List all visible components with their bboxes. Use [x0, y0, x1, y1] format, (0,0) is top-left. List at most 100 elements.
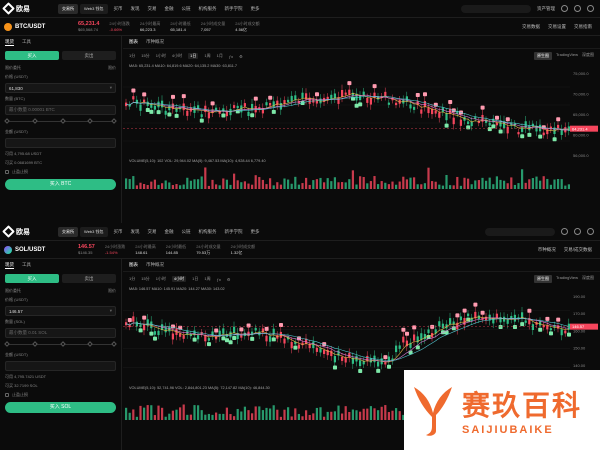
- slider-stop[interactable]: [4, 341, 10, 347]
- logo[interactable]: 欧易: [2, 225, 58, 238]
- amount-slider[interactable]: [4, 341, 117, 347]
- tab-coin-info[interactable]: 币种概况: [146, 262, 164, 268]
- nav-trade[interactable]: 交易: [148, 6, 157, 12]
- download-icon[interactable]: [574, 228, 581, 235]
- tab-spot[interactable]: 现货: [5, 262, 14, 269]
- qty-input[interactable]: 最小数量 0.00001 BTC: [5, 105, 116, 115]
- tf-1m[interactable]: 1分: [129, 276, 135, 282]
- tf-1m[interactable]: 1分: [129, 53, 135, 59]
- nav-more[interactable]: 更多: [251, 6, 260, 12]
- tf-1mo[interactable]: 1月: [217, 53, 223, 59]
- tp-sl-checkbox[interactable]: [5, 393, 9, 397]
- view-depth[interactable]: 深度图: [582, 275, 594, 283]
- logo[interactable]: 欧易: [2, 2, 58, 15]
- trade-settings-link[interactable]: 交易设置: [548, 24, 566, 30]
- tab-web3-wallet[interactable]: Web3 钱包: [80, 3, 108, 14]
- tf-15m[interactable]: 15分: [141, 53, 149, 59]
- buy-btc-button[interactable]: 买入 BTC: [5, 179, 116, 190]
- sell-tab-button[interactable]: 卖出: [62, 274, 116, 283]
- tab-exchange[interactable]: 交易所: [58, 3, 78, 14]
- nav-trade[interactable]: 交易: [148, 229, 157, 235]
- tf-4h[interactable]: 4小时: [171, 276, 187, 282]
- nav-institutional[interactable]: 机构服务: [199, 6, 217, 12]
- slider-stop[interactable]: [59, 341, 66, 347]
- tab-exchange[interactable]: 交易所: [58, 226, 78, 237]
- slider-stop[interactable]: [59, 118, 66, 124]
- avatar-icon[interactable]: [561, 5, 568, 12]
- tf-1w[interactable]: 1周: [204, 53, 210, 59]
- tf-4h[interactable]: 4小时: [172, 53, 182, 59]
- buy-tab-button[interactable]: 买入: [5, 51, 59, 60]
- view-native[interactable]: 原生图: [533, 275, 552, 283]
- nav-learn[interactable]: 新手学院: [225, 229, 243, 235]
- order-type-select[interactable]: 限价: [108, 288, 116, 294]
- slider-stop[interactable]: [87, 341, 94, 347]
- nav-institutional[interactable]: 机构服务: [199, 229, 217, 235]
- globe-icon[interactable]: [587, 228, 594, 235]
- view-tradingview[interactable]: TradingView: [556, 275, 578, 283]
- globe-icon[interactable]: [587, 5, 594, 12]
- tf-1d[interactable]: 1日: [188, 53, 199, 59]
- nav-chain[interactable]: 公链: [182, 6, 191, 12]
- buy-tab-button[interactable]: 买入: [5, 274, 59, 283]
- pair-selector[interactable]: BTC/USDT: [4, 22, 68, 31]
- search-input[interactable]: [461, 4, 531, 13]
- tf-1h[interactable]: 1小时: [156, 53, 166, 59]
- tab-tools[interactable]: 工具: [22, 39, 31, 46]
- slider-stop[interactable]: [111, 341, 117, 347]
- nav-chain[interactable]: 公链: [182, 229, 191, 235]
- trade-guide-link[interactable]: 交易指南: [574, 24, 592, 30]
- nav-buy-crypto[interactable]: 买币: [114, 229, 123, 235]
- tp-sl-checkbox[interactable]: [5, 170, 9, 174]
- volume-bar: [398, 181, 401, 189]
- nav-more[interactable]: 更多: [251, 229, 260, 235]
- slider-stop[interactable]: [31, 341, 38, 347]
- nav-finance[interactable]: 金融: [165, 6, 174, 12]
- settings-icon[interactable]: ⚙: [239, 54, 243, 59]
- trade-data-link[interactable]: 交易/成交数据: [564, 247, 592, 253]
- view-depth[interactable]: 深度图: [582, 52, 594, 60]
- nav-buy-crypto[interactable]: 买币: [114, 6, 123, 12]
- buy-sol-button[interactable]: 买入 SOL: [5, 402, 116, 413]
- tab-chart[interactable]: 图表: [129, 262, 138, 268]
- view-native[interactable]: 原生图: [533, 52, 552, 60]
- amount-slider[interactable]: [4, 118, 117, 124]
- settings-icon[interactable]: ⚙: [227, 277, 231, 282]
- trade-data-link[interactable]: 交易数据: [522, 24, 540, 30]
- nav-finance[interactable]: 金融: [165, 229, 174, 235]
- tab-chart[interactable]: 图表: [129, 39, 138, 45]
- tf-1h[interactable]: 1小时: [156, 276, 166, 282]
- nav-discover[interactable]: 发现: [131, 229, 140, 235]
- tab-tools[interactable]: 工具: [22, 262, 31, 269]
- sell-tab-button[interactable]: 卖出: [62, 51, 116, 60]
- slider-stop[interactable]: [31, 118, 38, 124]
- tf-1w[interactable]: 1周: [204, 276, 210, 282]
- avatar-icon[interactable]: [561, 228, 568, 235]
- tab-web3-wallet[interactable]: Web3 钱包: [80, 226, 108, 237]
- order-type-select[interactable]: 限价: [108, 65, 116, 71]
- btc-candlestick-chart[interactable]: 75,000.0 70,000.0 65,000.0 60,000.0 56,000.0…: [123, 69, 600, 159]
- tf-15m[interactable]: 15分: [141, 276, 149, 282]
- candle: [369, 92, 372, 110]
- asset-management-menu[interactable]: 资产管理: [537, 6, 555, 12]
- nav-learn[interactable]: 新手学院: [225, 6, 243, 12]
- pair-selector[interactable]: SOL/USDT: [4, 245, 68, 254]
- price-input[interactable]: 146.57 ▾: [5, 306, 116, 316]
- nav-discover[interactable]: 发现: [131, 6, 140, 12]
- price-input[interactable]: 61,830 ▾: [5, 83, 116, 93]
- download-icon[interactable]: [574, 5, 581, 12]
- coin-info-link[interactable]: 币种概况: [538, 247, 556, 253]
- slider-stop[interactable]: [4, 118, 10, 124]
- total-input[interactable]: [5, 138, 116, 148]
- slider-stop[interactable]: [87, 118, 94, 124]
- tab-coin-info[interactable]: 币种概况: [146, 39, 164, 45]
- indicator-icon[interactable]: ƒx: [229, 54, 233, 59]
- tab-spot[interactable]: 现货: [5, 39, 14, 46]
- qty-input[interactable]: 最小数量 0.01 SOL: [5, 328, 116, 338]
- slider-stop[interactable]: [111, 118, 117, 124]
- indicator-icon[interactable]: ƒx: [217, 277, 221, 282]
- view-tradingview[interactable]: TradingView: [556, 52, 578, 60]
- tf-1d[interactable]: 1日: [192, 276, 198, 282]
- search-input[interactable]: [485, 227, 555, 236]
- total-input[interactable]: [5, 361, 116, 371]
